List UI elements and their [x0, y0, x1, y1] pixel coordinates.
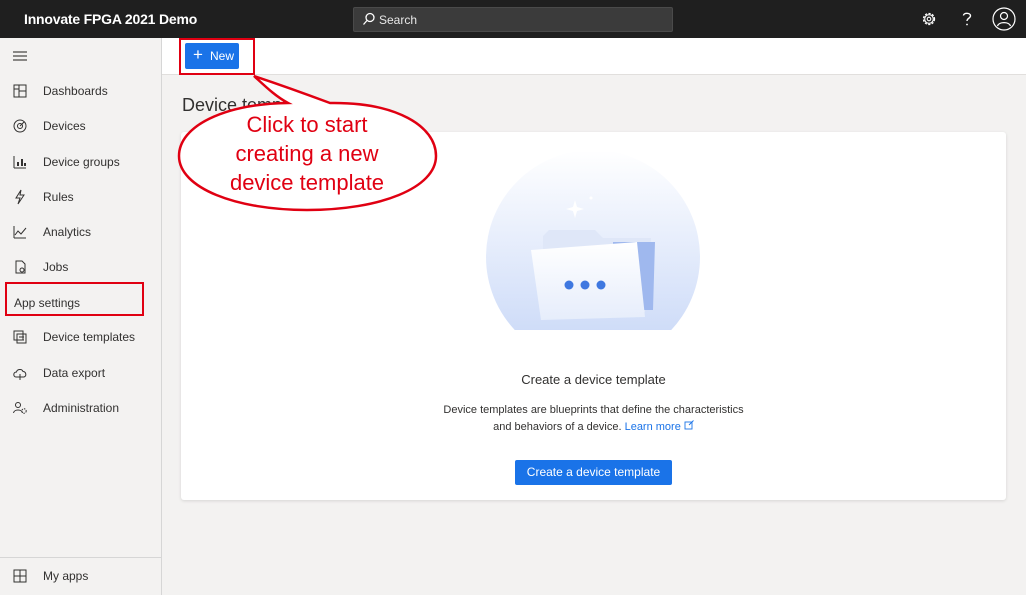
sidebar-item-devices[interactable]: Devices	[0, 110, 161, 142]
sidebar-item-label: Data export	[43, 366, 106, 380]
search-icon	[363, 12, 375, 25]
settings-icon[interactable]	[919, 9, 939, 29]
sidebar-item-dashboards[interactable]: Dashboards	[0, 75, 161, 107]
sidebar-item-label: My apps	[43, 569, 89, 583]
sidebar: Dashboards Devices Device groups Rules A…	[0, 38, 162, 595]
empty-state-title: Create a device template	[521, 372, 666, 387]
sidebar-item-label: Device templates	[43, 330, 136, 344]
sidebar-item-label: Administration	[43, 401, 120, 415]
empty-state-description: Device templates are blueprints that def…	[181, 402, 1006, 436]
callout-line3: device template	[229, 170, 385, 195]
sidebar-item-rules[interactable]: Rules	[0, 181, 161, 213]
rules-icon	[15, 189, 25, 205]
sidebar-item-administration[interactable]: Administration	[0, 392, 161, 424]
sidebar-item-jobs[interactable]: Jobs	[0, 251, 161, 283]
help-icon[interactable]	[957, 9, 977, 29]
hamburger-menu-icon[interactable]	[13, 50, 27, 62]
selection-highlight-annotation	[5, 282, 144, 316]
administration-icon	[13, 402, 27, 414]
app-title[interactable]: Innovate FPGA 2021 Demo	[24, 11, 197, 27]
sidebar-item-label: Dashboards	[43, 84, 108, 98]
callout-line1: Click to start	[246, 112, 368, 137]
empty-state-description-line2: and behaviors of a device.	[493, 421, 622, 433]
jobs-icon	[15, 260, 26, 274]
sidebar-item-my-apps[interactable]: My apps	[0, 560, 161, 592]
device-templates-icon	[13, 330, 27, 344]
sidebar-item-label: Analytics	[43, 225, 92, 239]
search-placeholder: Search	[379, 13, 418, 27]
sidebar-item-label: Device groups	[43, 155, 120, 169]
callout-line2: creating a new	[235, 141, 379, 166]
learn-more-link[interactable]: Learn more	[625, 421, 681, 433]
top-bar: Innovate FPGA 2021 Demo Search	[0, 0, 1026, 38]
sidebar-item-device-groups[interactable]: Device groups	[0, 146, 161, 178]
search-box[interactable]: Search	[353, 7, 673, 32]
sidebar-divider	[0, 557, 161, 558]
sidebar-item-label: Rules	[43, 190, 74, 204]
create-device-template-button[interactable]: Create a device template	[515, 460, 672, 485]
external-link-icon	[684, 420, 694, 430]
analytics-icon	[13, 226, 27, 239]
device-groups-icon	[13, 156, 26, 169]
sidebar-item-data-export[interactable]: Data export	[0, 357, 161, 389]
user-icon[interactable]	[992, 7, 1016, 31]
folder-illustration	[486, 152, 700, 330]
devices-icon	[13, 119, 27, 133]
data-export-icon	[13, 369, 27, 380]
sidebar-item-label: Jobs	[43, 260, 69, 274]
my-apps-icon	[13, 569, 27, 583]
sidebar-item-device-templates[interactable]: Device templates	[0, 321, 161, 353]
empty-state-description-line1: Device templates are blueprints that def…	[443, 404, 744, 416]
callout-text: Click to start creating a new device tem…	[188, 110, 426, 197]
sidebar-item-analytics[interactable]: Analytics	[0, 216, 161, 248]
dashboard-icon	[13, 84, 27, 98]
sidebar-item-label: Devices	[43, 119, 86, 133]
